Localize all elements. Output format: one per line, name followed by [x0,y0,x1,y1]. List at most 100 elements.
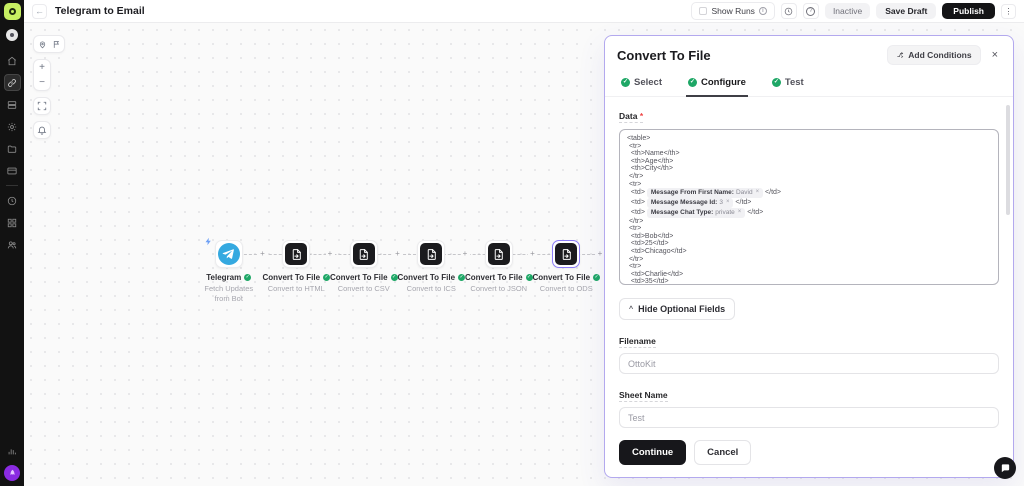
clock-icon[interactable] [4,192,21,209]
variable-token[interactable]: Message Chat Type: private × [646,207,746,218]
variable-token[interactable]: Message From First Name: David × [646,188,764,198]
workflow-node[interactable]: Telegram ✓ Fetch Updates from Bot [195,235,263,304]
convert-file-icon [555,243,578,265]
show-runs-checkbox[interactable] [699,7,708,15]
tab-test[interactable]: ✓ Test [770,71,806,97]
stack-icon[interactable] [4,96,21,113]
info-icon: i [758,7,767,15]
gear-icon[interactable] [4,118,21,135]
show-runs-toggle[interactable]: Show Runs i [691,2,775,20]
filename-label: Filename [619,336,656,348]
chat-bubble-icon [1001,463,1009,472]
zoom-in-button[interactable]: + [34,60,50,75]
sidebar-nav [3,52,21,253]
node-subtitle: Convert to JSON [470,284,528,293]
node-title: Telegram [206,273,242,282]
variable-token[interactable]: Message Message Id: 3 × [646,197,734,208]
fit-view-button[interactable] [33,97,51,115]
workflow-node[interactable]: Convert To File ✓ Convert to JSON [465,235,533,304]
flag-icon [53,40,59,48]
step-config-panel: Convert To File Add Conditions × ✓ Selec… [604,35,1014,478]
data-code-editor[interactable]: <table> <tr> <th>Name</th> <th>Age</th> … [619,129,999,285]
back-button[interactable]: ← [32,3,47,19]
remove-token-icon[interactable]: × [756,189,760,196]
help-icon: ? [806,6,816,16]
convert-file-icon [487,243,510,265]
convert-file-icon [285,243,308,265]
zoom-out-button[interactable]: − [34,75,50,90]
node-subtitle: Convert to HTML [267,284,325,293]
hide-optional-fields-button[interactable]: ^ Hide Optional Fields [619,298,736,320]
tab-label: Test [784,77,804,88]
save-draft-button[interactable]: Save Draft [876,3,937,19]
add-conditions-button[interactable]: Add Conditions [887,45,981,65]
node-title: Convert To File [464,273,523,282]
more-menu-button[interactable]: ⋮ [1001,3,1016,19]
bell-icon [37,126,47,135]
hide-optional-fields-label: Hide Optional Fields [638,304,726,314]
panel-scrollbar[interactable] [1006,105,1010,215]
folder-icon[interactable] [4,140,21,157]
notifications-button[interactable] [33,121,51,139]
publish-button[interactable]: Publish [942,3,995,19]
node-subtitle: Convert to ODS [539,284,593,293]
convert-file-icon [352,243,375,265]
continue-button[interactable]: Continue [619,440,687,465]
history-icon [785,7,793,15]
workflow-node[interactable]: Convert To File ✓ Convert to HTML [262,235,331,304]
panel-title: Convert To File [617,47,711,63]
trigger-badge-icon [204,233,213,251]
chevron-up-icon: ^ [629,305,634,313]
app-logo[interactable] [3,3,21,20]
sheet-name-label: Sheet Name [619,390,668,402]
filename-input[interactable] [619,353,999,374]
tab-configure[interactable]: ✓ Configure [686,71,748,97]
avatar[interactable] [6,29,18,41]
sidebar-bottom [4,442,21,481]
pin-button[interactable] [35,37,49,51]
remove-token-icon[interactable]: × [738,209,742,216]
add-conditions-label: Add Conditions [908,50,972,60]
close-panel-button[interactable]: × [989,49,1001,61]
grid-icon[interactable] [4,214,21,231]
tab-check-icon: ✓ [688,78,697,87]
panel-tabs: ✓ Select ✓ Configure ✓ Test [605,71,1013,97]
sidebar-divider [6,185,18,186]
card-icon[interactable] [4,162,21,179]
tab-label: Configure [701,77,746,88]
tab-check-icon: ✓ [771,78,781,87]
chat-widget-button[interactable] [994,457,1016,479]
branch-icon [897,52,904,58]
link-icon[interactable] [3,74,21,91]
canvas-controls: + − [33,35,65,139]
node-title: Convert To File [532,273,591,282]
users-icon[interactable] [4,236,21,253]
fit-view-icon [37,101,47,111]
help-button[interactable]: ? [802,3,819,19]
sheet-name-input[interactable] [619,407,999,428]
convert-file-icon [420,243,443,265]
workflow-row: Telegram ✓ Fetch Updates from Bot Conver… [195,235,605,304]
workflow-node[interactable]: Convert To File ✓ Convert to ICS [397,235,466,304]
flag-button[interactable] [49,37,63,51]
left-rail [0,0,24,486]
node-subtitle: Fetch Updates from Bot [204,284,254,303]
workflow-node[interactable]: Convert To File ✓ Convert to ODS [532,235,601,304]
required-asterisk: * [639,111,644,121]
node-subtitle: Convert to CSV [337,284,390,293]
chart-icon[interactable] [4,442,21,459]
telegram-icon [217,243,240,265]
history-button[interactable] [780,3,797,19]
home-icon[interactable] [4,52,21,69]
panel-body: Data * <table> <tr> <th>Name</th> <th>Ag… [605,97,1013,430]
workflow-title: Telegram to Email [55,5,145,17]
status-badge: Inactive [824,3,871,19]
workflow-node[interactable]: Convert To File ✓ Convert to CSV [330,235,398,304]
cancel-button[interactable]: Cancel [694,440,752,465]
node-title: Convert To File [329,273,388,282]
pin-icon [39,41,45,48]
remove-token-icon[interactable]: × [726,199,730,206]
tab-select[interactable]: ✓ Select [619,71,664,97]
node-title: Convert To File [262,273,321,282]
rocket-button[interactable] [4,465,20,481]
